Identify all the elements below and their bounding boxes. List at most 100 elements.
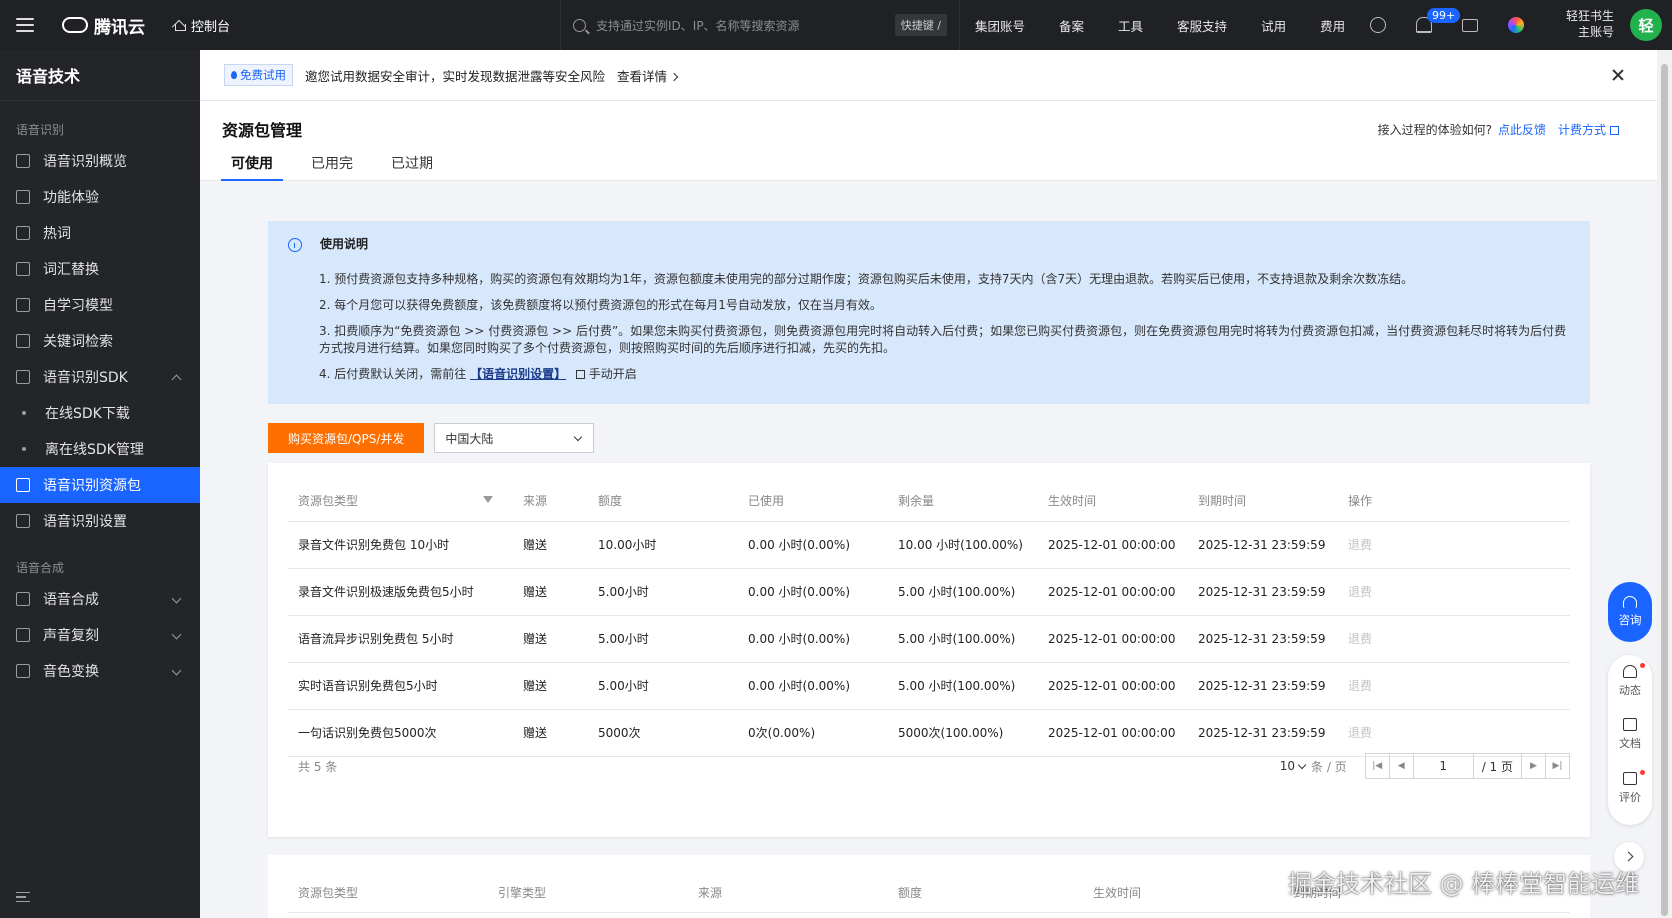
scrollbar[interactable] (1657, 50, 1672, 918)
billing-link[interactable]: 计费方式 (1558, 121, 1619, 138)
review-button[interactable]: 评价 (1619, 769, 1645, 825)
sidebar-item-voice-convert[interactable]: 音色变换 (0, 653, 200, 689)
col-header-type[interactable]: 资源包类型 (288, 481, 513, 522)
cell-quota: 5.00小时 (588, 568, 738, 616)
search-icon (573, 18, 586, 32)
buy-package-button[interactable]: 购买资源包/QPS/并发 (268, 423, 425, 453)
collapse-sidebar-icon[interactable] (16, 892, 30, 902)
top-link-group-account[interactable]: 集团账号 (975, 16, 1025, 35)
feedback-question: 接入过程的体验如何? (1377, 123, 1492, 137)
news-label: 动态 (1619, 684, 1641, 697)
sidebar-item-voice-clone[interactable]: 声音复刻 (0, 617, 200, 653)
refund-link[interactable]: 退费 (1338, 662, 1570, 710)
search-input[interactable]: 支持通过实例ID、IP、名称等搜索资源 (596, 17, 895, 34)
free-trial-label: 免费试用 (240, 68, 286, 82)
dot-icon (22, 411, 26, 415)
ticket-icon[interactable] (1462, 18, 1478, 32)
table-row: 录音文件识别极速版免费包5小时 赠送 5.00小时 0.00 小时(0.00%)… (288, 568, 1570, 616)
sidebar-item-feature-demo[interactable]: 功能体验 (0, 179, 200, 215)
sidebar-item-label: 语音识别设置 (43, 514, 127, 530)
prev-page-icon[interactable]: ◀ (1390, 754, 1414, 778)
settings-icon (16, 514, 30, 528)
sidebar-item-label: 在线SDK下载 (45, 406, 130, 422)
sidebar-item-vocab-replace[interactable]: 词汇替换 (0, 251, 200, 287)
cell-expire: 2025-12-31 23:59:59 (1188, 615, 1338, 663)
sidebar-item-label: 自学习模型 (43, 298, 113, 314)
global-search[interactable]: 支持通过实例ID、IP、名称等搜索资源 快捷键 / (560, 0, 960, 50)
first-page-icon[interactable]: |◀ (1366, 754, 1390, 778)
page-size-select[interactable]: 10 (1279, 759, 1307, 773)
drop-icon (231, 71, 237, 79)
synth-icon (16, 592, 30, 606)
col-header-used: 已使用 (738, 481, 888, 522)
compass-icon[interactable] (1370, 17, 1386, 33)
sidebar-item-keyword-search[interactable]: 关键词检索 (0, 323, 200, 359)
bell-icon[interactable]: 99+ (1416, 8, 1461, 33)
hamburger-icon (16, 18, 34, 32)
refund-link[interactable]: 退费 (1338, 568, 1570, 616)
cell-effective: 2025-12-01 00:00:00 (1038, 662, 1188, 710)
cell-used: 0.00 小时(0.00%) (738, 615, 888, 663)
cell-type: 实时语音识别免费包5小时 (288, 662, 513, 710)
sidebar-item-offline-sdk[interactable]: 离在线SDK管理 (0, 431, 200, 467)
sidebar-item-label: 热词 (43, 226, 71, 242)
package-icon (16, 478, 30, 492)
news-button[interactable]: 动态 (1619, 663, 1645, 718)
sidebar-item-asr-settings[interactable]: 语音识别设置 (0, 503, 200, 539)
tab-available[interactable]: 可使用 (221, 153, 283, 181)
menu-button[interactable] (0, 0, 50, 50)
next-page-icon[interactable]: ▶ (1521, 754, 1545, 778)
cell-expire: 2025-12-31 23:59:59 (1188, 521, 1338, 569)
scroll-thumb[interactable] (1661, 64, 1668, 916)
cell-effective: 2025-12-01 00:00:00 (1038, 615, 1188, 663)
filter-icon[interactable] (483, 496, 493, 504)
region-select[interactable]: 中国大陆 (434, 423, 595, 453)
cell-type: 语音流异步识别免费包 5小时 (288, 615, 513, 663)
refund-link[interactable]: 退费 (1338, 615, 1570, 663)
sidebar-item-hotwords[interactable]: 热词 (0, 215, 200, 251)
package-table-card: 资源包类型 来源 额度 已使用 剩余量 生效时间 到期时间 操作 录音文件识别免… (268, 463, 1590, 837)
top-link-tools[interactable]: 工具 (1118, 16, 1143, 35)
cell-quota: 10.00小时 (588, 521, 738, 569)
sidebar-item-tts[interactable]: 语音合成 (0, 581, 200, 617)
sidebar-item-online-sdk[interactable]: 在线SDK下载 (0, 395, 200, 431)
sidebar-item-self-learning[interactable]: 自学习模型 (0, 287, 200, 323)
page-input[interactable]: 1 (1414, 754, 1474, 778)
table-row: 语音流异步识别免费包 5小时 赠送 5.00小时 0.00 小时(0.00%) … (288, 615, 1570, 663)
refund-link[interactable]: 退费 (1338, 521, 1570, 569)
feedback-link[interactable]: 点此反馈 (1498, 121, 1546, 138)
close-icon[interactable] (1611, 68, 1625, 82)
sidebar-item-asr-overview[interactable]: 语音识别概览 (0, 143, 200, 179)
avatar[interactable]: 轻 (1630, 9, 1662, 41)
ai-assistant-icon[interactable] (1508, 17, 1524, 33)
top-link-filing[interactable]: 备案 (1059, 16, 1084, 35)
cell-quota: 5.00小时 (588, 662, 738, 710)
user-info[interactable]: 轻狂书生 主账号 (1566, 8, 1614, 40)
consult-button[interactable]: 咨询 (1608, 582, 1652, 642)
page-title: 资源包管理 (222, 121, 303, 140)
chevron-down-icon (171, 665, 182, 676)
cell-used: 0.00 小时(0.00%) (738, 521, 888, 569)
voice-icon (16, 664, 30, 678)
console-link[interactable]: 控制台 (173, 16, 230, 35)
docs-button[interactable]: 文档 (1619, 718, 1641, 771)
last-page-icon[interactable]: ▶| (1545, 754, 1569, 778)
region-value: 中国大陆 (445, 431, 494, 446)
top-link-support[interactable]: 客服支持 (1177, 16, 1227, 35)
chevron-down-icon (1297, 760, 1307, 769)
cell-expire: 2025-12-31 23:59:59 (1188, 568, 1338, 616)
asr-settings-link[interactable]: 【语音识别设置】 (470, 367, 566, 381)
brand-logo[interactable]: 腾讯云 (62, 13, 145, 38)
page-size-value: 10 (1279, 759, 1295, 773)
top-link-billing[interactable]: 费用 (1320, 16, 1345, 35)
tab-expired[interactable]: 已过期 (381, 153, 443, 181)
table-row: 录音文件识别免费包 10小时 赠送 10.00小时 0.00 小时(0.00%)… (288, 521, 1570, 569)
notice-detail-link[interactable]: 查看详情 (617, 66, 679, 85)
top-link-trial[interactable]: 试用 (1261, 16, 1286, 35)
red-dot (1640, 663, 1645, 668)
sidebar-item-asr-package[interactable]: 语音识别资源包 (0, 467, 200, 503)
sidebar-item-asr-sdk[interactable]: 语音识别SDK (0, 359, 200, 395)
consult-label: 咨询 (1618, 613, 1642, 627)
cell-remaining: 5.00 小时(100.00%) (888, 568, 1038, 616)
tab-used-up[interactable]: 已用完 (301, 153, 363, 181)
